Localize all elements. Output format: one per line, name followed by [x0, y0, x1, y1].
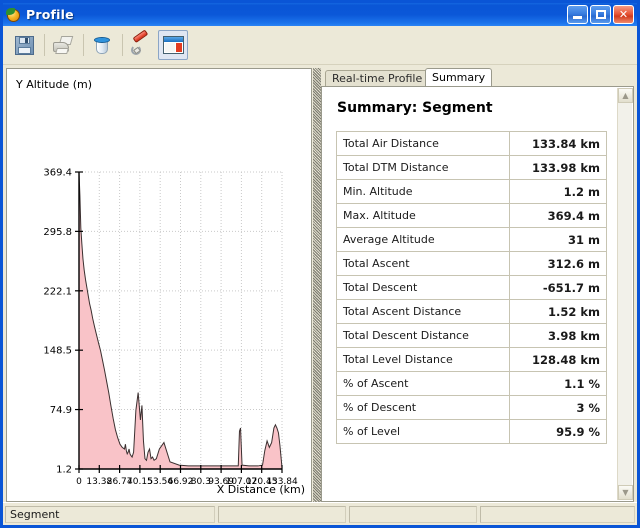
summary-row-value: 1.52 km: [509, 299, 607, 324]
globe-icon: [6, 7, 22, 23]
table-row: Total Descent -651.7 m: [336, 275, 607, 300]
summary-row-key: % of Ascent: [336, 371, 510, 396]
summary-row-key: Total Descent: [336, 275, 510, 300]
toolbar-separator: [122, 34, 123, 56]
window-layout-icon: [162, 36, 184, 54]
table-row: % of Descent 3 %: [336, 395, 607, 420]
table-row: % of Ascent 1.1 %: [336, 371, 607, 396]
tools-button[interactable]: [126, 28, 156, 60]
summary-row-value: 31 m: [509, 227, 607, 252]
svg-text:222.1: 222.1: [43, 286, 72, 297]
tools-icon: [130, 28, 152, 55]
toolbar-separator: [44, 34, 45, 56]
status-cell-2: [218, 505, 346, 523]
summary-row-key: Total Ascent: [336, 251, 510, 276]
table-row: Total Air Distance 133.84 km: [336, 131, 607, 156]
summary-row-value: 133.98 km: [509, 155, 607, 180]
panel-splitter[interactable]: [313, 68, 321, 502]
svg-text:369.4: 369.4: [43, 168, 72, 179]
scroll-up-icon[interactable]: ▲: [618, 88, 633, 103]
scroll-down-icon[interactable]: ▼: [618, 485, 633, 500]
paint-bucket-icon: [93, 36, 111, 55]
tab-strip: Real-time Profile Summary: [321, 68, 634, 86]
tab-real-time-profile[interactable]: Real-time Profile: [325, 70, 430, 86]
summary-row-value: 128.48 km: [509, 347, 607, 372]
print-button[interactable]: [48, 30, 78, 60]
table-row: Total Descent Distance 3.98 km: [336, 323, 607, 348]
summary-row-key: % of Descent: [336, 395, 510, 420]
table-row: Total DTM Distance 133.98 km: [336, 155, 607, 180]
summary-row-value: 1.2 m: [509, 179, 607, 204]
summary-row-value: 1.1 %: [509, 371, 607, 396]
fill-color-button[interactable]: [87, 30, 117, 60]
tab-label: Summary: [432, 71, 486, 84]
summary-heading: Summary: Segment: [337, 100, 493, 116]
summary-row-value: 3 %: [509, 395, 607, 420]
svg-text:74.9: 74.9: [50, 405, 72, 416]
status-bar: Segment: [3, 502, 637, 525]
altitude-profile-chart[interactable]: 1.274.9148.5222.1295.8369.40 13.3826.7740…: [7, 69, 311, 501]
maximize-button[interactable]: [590, 5, 611, 24]
summary-row-value: -651.7 m: [509, 275, 607, 300]
summary-row-key: Total Descent Distance: [336, 323, 510, 348]
svg-text:0: 0: [76, 477, 82, 487]
summary-row-value: 369.4 m: [509, 203, 607, 228]
summary-panel: Real-time Profile Summary Summary: Segme…: [321, 68, 634, 522]
print-icon: [52, 36, 74, 54]
close-button[interactable]: ✕: [613, 5, 634, 24]
svg-text:148.5: 148.5: [43, 346, 72, 357]
save-button[interactable]: [9, 30, 39, 60]
x-axis-title: X Distance (km): [216, 483, 305, 496]
svg-text:295.8: 295.8: [43, 227, 72, 238]
summary-row-value: 312.6 m: [509, 251, 607, 276]
status-cell-segment: Segment: [5, 505, 215, 523]
table-row: Average Altitude 31 m: [336, 227, 607, 252]
status-cell-4: [480, 505, 635, 523]
summary-row-key: Max. Altitude: [336, 203, 510, 228]
save-icon: [14, 35, 34, 55]
toolbar-separator: [83, 34, 84, 56]
profile-chart-panel[interactable]: Y Altitude (m) 1.2 74.9 148.5 222.1 295.8 369…: [6, 68, 312, 502]
window-controls: ✕: [567, 5, 637, 24]
table-row: Total Ascent Distance 1.52 km: [336, 299, 607, 324]
client-area: Y Altitude (m) 1.2 74.9 148.5 222.1 295.8 369…: [3, 65, 637, 525]
toolbar: [3, 26, 637, 65]
profile-window: Profile ✕ Y Altitude (m) 1.2 74.9 148.5 …: [0, 0, 640, 528]
summary-row-value: 95.9 %: [509, 419, 607, 444]
title-bar: Profile ✕: [3, 3, 637, 26]
summary-row-value: 3.98 km: [509, 323, 607, 348]
summary-row-key: Total Ascent Distance: [336, 299, 510, 324]
summary-table: Total Air Distance 133.84 km Total DTM Dis…: [336, 131, 607, 444]
summary-row-key: Min. Altitude: [336, 179, 510, 204]
summary-row-key: Average Altitude: [336, 227, 510, 252]
summary-row-key: Total Air Distance: [336, 131, 510, 156]
svg-text:66.92: 66.92: [168, 477, 194, 487]
show-summary-panel-button[interactable]: [158, 30, 188, 60]
table-row: Min. Altitude 1.2 m: [336, 179, 607, 204]
svg-text:1.2: 1.2: [56, 465, 72, 476]
table-row: Total Ascent 312.6 m: [336, 251, 607, 276]
window-title: Profile: [26, 7, 74, 22]
summary-row-key: Total DTM Distance: [336, 155, 510, 180]
summary-row-key: % of Level: [336, 419, 510, 444]
minimize-button[interactable]: [567, 5, 588, 24]
summary-row-value: 133.84 km: [509, 131, 607, 156]
summary-vertical-scrollbar[interactable]: ▲ ▼: [617, 88, 633, 500]
summary-tab-body: Summary: Segment Total Air Distance 133.8…: [321, 86, 634, 502]
table-row: Max. Altitude 369.4 m: [336, 203, 607, 228]
table-row: Total Level Distance 128.48 km: [336, 347, 607, 372]
summary-row-key: Total Level Distance: [336, 347, 510, 372]
status-cell-3: [349, 505, 477, 523]
tab-label: Real-time Profile: [332, 72, 423, 85]
table-row: % of Level 95.9 %: [336, 419, 607, 444]
tab-summary[interactable]: Summary: [425, 68, 493, 86]
